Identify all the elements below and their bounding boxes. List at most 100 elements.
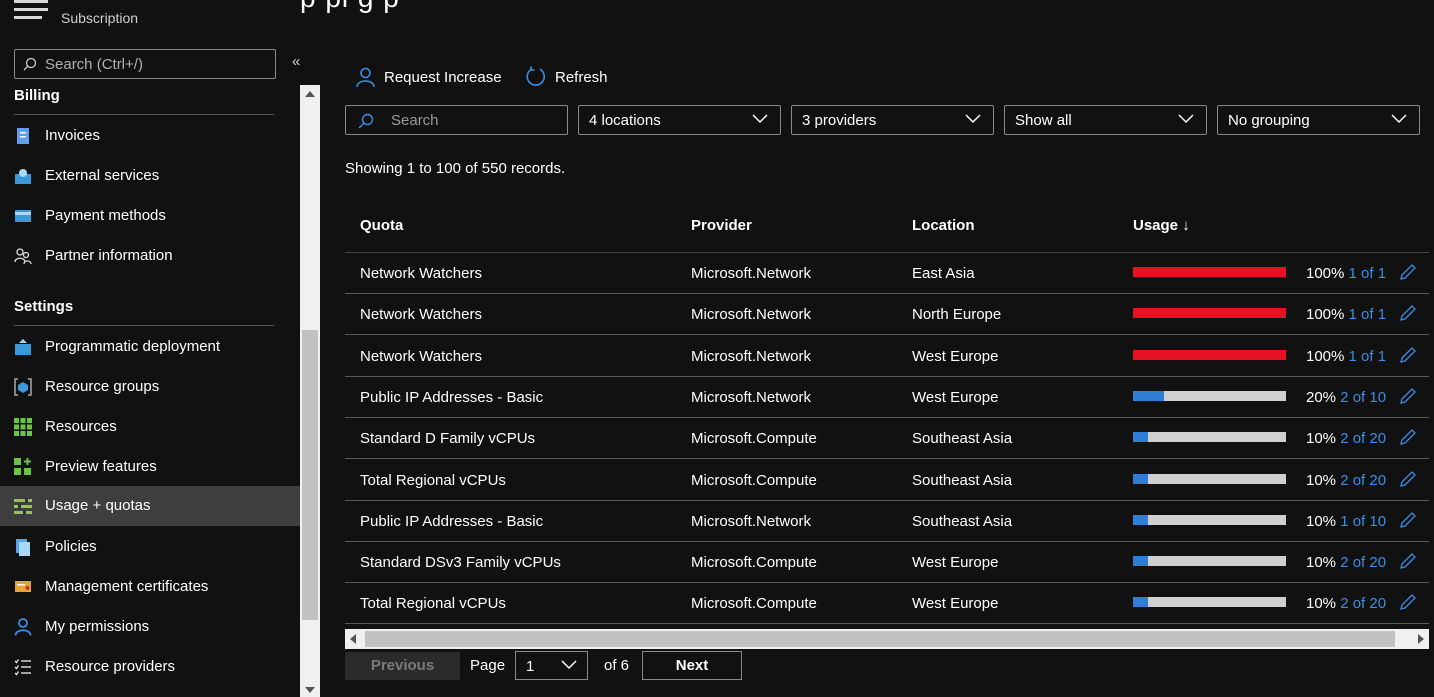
search-icon <box>358 113 374 129</box>
scroll-up-arrow-icon[interactable] <box>305 91 315 97</box>
usage-percent: 10% 2 of 20 <box>1306 430 1386 447</box>
usage-bar <box>1133 597 1286 608</box>
edit-pencil-icon[interactable] <box>1399 263 1417 281</box>
scroll-down-arrow-icon[interactable] <box>305 687 315 693</box>
usage-count-link[interactable]: 1 of 1 <box>1349 265 1387 282</box>
cell-provider: Microsoft.Compute <box>691 554 817 572</box>
chevron-down-icon <box>1178 114 1194 124</box>
cell-quota: Public IP Addresses - Basic <box>360 388 544 406</box>
sidebar-item-resource-providers[interactable]: Resource providers <box>0 647 300 687</box>
sidebar-item-preview-features[interactable]: Preview features <box>0 447 300 487</box>
sidebar-item-label: External services <box>45 167 160 184</box>
edit-pencil-icon[interactable] <box>1399 346 1417 364</box>
refresh-label: Refresh <box>555 68 608 86</box>
section-divider <box>14 114 274 115</box>
sidebar-search-input[interactable]: Search (Ctrl+/) <box>14 49 276 79</box>
usage-count-link[interactable]: 1 of 10 <box>1340 513 1386 530</box>
table-row[interactable]: Public IP Addresses - Basic Microsoft.Net… <box>345 501 1429 542</box>
scrollbar-thumb[interactable] <box>302 330 318 620</box>
sidebar-item-resources[interactable]: Resources <box>0 407 300 447</box>
person-icon <box>14 618 32 636</box>
table-row[interactable]: Public IP Addresses - Basic Microsoft.Net… <box>345 377 1429 418</box>
column-header-location[interactable]: Location <box>912 217 975 234</box>
sidebar-item-partner-information[interactable]: Partner information <box>0 236 300 276</box>
quota-search-input[interactable]: Search <box>345 105 568 135</box>
edit-pencil-icon[interactable] <box>1399 593 1417 611</box>
sidebar-item-invoices[interactable]: Invoices <box>0 116 300 156</box>
previous-page-button[interactable]: Previous <box>345 652 460 680</box>
sidebar-item-resource-groups[interactable]: Resource groups <box>0 367 300 407</box>
usage-count-link[interactable]: 1 of 1 <box>1349 306 1387 323</box>
edit-pencil-icon[interactable] <box>1399 387 1417 405</box>
table-row[interactable]: Network Watchers Microsoft.Network East As… <box>345 253 1429 294</box>
column-header-quota[interactable]: Quota <box>360 217 403 234</box>
usage-count-link[interactable]: 2 of 10 <box>1340 389 1386 406</box>
usage-percent: 100% 1 of 1 <box>1306 265 1386 282</box>
sidebar-item-label: Programmatic deployment <box>45 338 221 355</box>
usage-quotas-icon <box>14 498 32 515</box>
table-row[interactable]: Standard D Family vCPUs Microsoft.Compute… <box>345 418 1429 460</box>
table-horizontal-scrollbar[interactable] <box>345 629 1429 649</box>
grouping-dropdown[interactable]: No grouping <box>1217 105 1420 135</box>
sidebar-item-external-services[interactable]: External services <box>0 156 300 196</box>
cell-provider: Microsoft.Network <box>691 347 812 365</box>
usage-count-link[interactable]: 2 of 20 <box>1340 430 1386 447</box>
cell-location: West Europe <box>912 554 999 572</box>
usage-percent-value: 10% <box>1306 471 1337 489</box>
locations-dropdown[interactable]: 4 locations <box>578 105 781 135</box>
scroll-left-arrow-icon[interactable] <box>350 634 356 644</box>
edit-pencil-icon[interactable] <box>1399 304 1417 322</box>
edit-pencil-icon[interactable] <box>1399 470 1417 488</box>
table-row[interactable]: Total Regional vCPUs Microsoft.Compute Wes… <box>345 583 1429 625</box>
sidebar-item-usage-quotas[interactable]: Usage + quotas <box>0 486 300 526</box>
scroll-right-arrow-icon[interactable] <box>1418 634 1424 644</box>
usage-count-link[interactable]: 2 of 20 <box>1340 472 1386 489</box>
table-row[interactable]: Total Regional vCPUs Microsoft.Compute Sou… <box>345 460 1429 501</box>
usage-percent-value: 20% <box>1306 388 1337 406</box>
providers-dropdown-value: 3 providers <box>802 112 877 129</box>
usage-percent-value: 10% <box>1306 595 1337 613</box>
show-dropdown[interactable]: Show all <box>1004 105 1207 135</box>
usage-count-link[interactable]: 1 of 1 <box>1349 348 1387 365</box>
sidebar-item-my-permissions[interactable]: My permissions <box>0 607 300 647</box>
sidebar-item-programmatic-deployment[interactable]: Programmatic deployment <box>0 327 300 367</box>
usage-quotas-header-icon <box>14 0 48 19</box>
edit-pencil-icon[interactable] <box>1399 428 1417 446</box>
next-page-button[interactable]: Next <box>642 651 742 680</box>
request-increase-button[interactable]: Request Increase <box>355 66 502 88</box>
sidebar-item-policies[interactable]: Policies <box>0 527 300 567</box>
usage-percent: 10% 2 of 20 <box>1306 472 1386 489</box>
table-row[interactable]: Network Watchers Microsoft.Network North E… <box>345 294 1429 336</box>
preview-icon <box>14 458 31 475</box>
collapse-sidebar-button[interactable]: « <box>292 53 300 70</box>
cell-provider: Microsoft.Network <box>691 512 812 530</box>
scrollbar-thumb[interactable] <box>365 631 1395 647</box>
external-services-icon <box>15 169 31 184</box>
sidebar-item-label: Management certificates <box>45 578 209 595</box>
refresh-button[interactable]: Refresh <box>525 66 608 88</box>
usage-percent: 10% 1 of 10 <box>1306 513 1386 530</box>
usage-count-link[interactable]: 2 of 20 <box>1340 595 1386 612</box>
usage-bar <box>1133 514 1286 525</box>
usage-percent-value: 10% <box>1306 554 1337 572</box>
sidebar-item-payment-methods[interactable]: Payment methods <box>0 196 300 236</box>
search-icon <box>23 57 37 71</box>
column-header-provider[interactable]: Provider <box>691 217 752 234</box>
sidebar-item-label: Policies <box>45 538 97 555</box>
edit-pencil-icon[interactable] <box>1399 511 1417 529</box>
page-number-dropdown[interactable]: 1 <box>515 651 588 680</box>
sidebar-item-management-certificates[interactable]: Management certificates <box>0 567 300 607</box>
cell-provider: Microsoft.Network <box>691 265 812 282</box>
table-row[interactable]: Network Watchers Microsoft.Network West Eu… <box>345 336 1429 377</box>
usage-bar <box>1133 267 1286 277</box>
list-icon <box>14 659 31 676</box>
chevron-down-icon <box>965 114 981 124</box>
table-row[interactable]: Standard DSv3 Family vCPUs Microsoft.Comp… <box>345 542 1429 584</box>
cell-quota: Network Watchers <box>360 347 482 365</box>
usage-bar-fill <box>1133 556 1149 567</box>
sidebar-scrollbar[interactable] <box>300 85 320 697</box>
providers-dropdown[interactable]: 3 providers <box>791 105 994 135</box>
column-header-usage[interactable]: Usage ↓ <box>1133 217 1190 234</box>
usage-count-link[interactable]: 2 of 20 <box>1340 554 1386 571</box>
edit-pencil-icon[interactable] <box>1399 552 1417 570</box>
